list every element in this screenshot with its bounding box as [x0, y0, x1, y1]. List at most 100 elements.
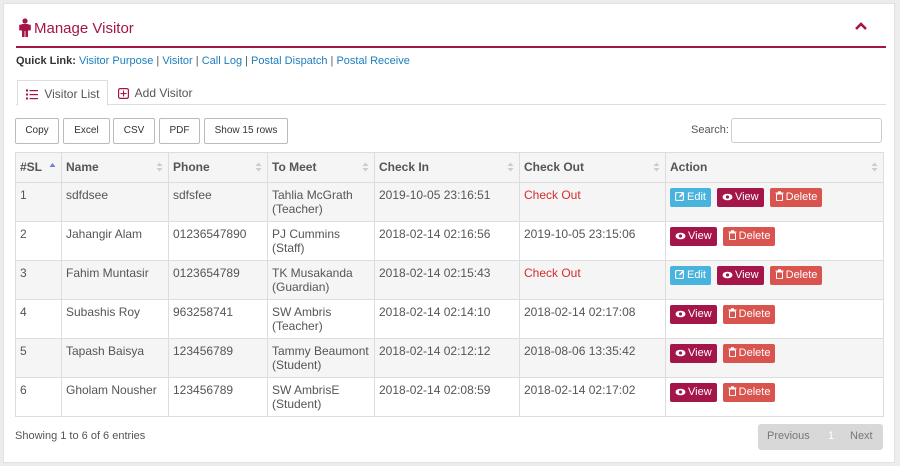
search-input[interactable] — [731, 118, 882, 143]
cell-sl: 1 — [15, 182, 62, 222]
table-header-row: #SL Name Phone To Meet Check In Check Ou… — [15, 152, 884, 183]
table-row: 5 Tapash Baisya 123456789 Tammy Beaumont (St… — [15, 338, 884, 378]
cell-phone: 963258741 — [168, 299, 268, 339]
sort-icon — [653, 162, 660, 172]
cell-check-in: 2018-02-14 02:08:59 — [374, 377, 520, 417]
sort-icon — [255, 162, 262, 172]
check-out-value: 2019-10-05 23:15:06 — [524, 227, 636, 241]
cell-phone: 01236547890 — [168, 221, 268, 261]
page-number-1[interactable]: 1 — [828, 430, 834, 442]
column-header-name[interactable]: Name — [61, 152, 169, 183]
tab-label: Visitor List — [44, 87, 100, 101]
trash-icon — [728, 230, 737, 241]
view-button[interactable]: View — [670, 305, 717, 324]
view-button[interactable]: View — [716, 266, 764, 285]
edit-button[interactable]: Edit — [670, 188, 711, 207]
column-header-action[interactable]: Action — [665, 152, 884, 183]
cell-name: sdfdsee — [61, 182, 169, 222]
cell-sl: 5 — [15, 338, 62, 378]
edit-button[interactable]: Edit — [670, 266, 711, 285]
quick-link-visitor[interactable]: Visitor — [162, 55, 192, 67]
quick-link-postal-dispatch[interactable]: Postal Dispatch — [251, 55, 327, 67]
eye-icon — [722, 193, 733, 201]
quick-link-visitor-purpose[interactable]: Visitor Purpose — [79, 55, 153, 67]
sort-icon — [156, 162, 163, 172]
cell-to-meet: TK Musakanda (Guardian) — [267, 260, 375, 300]
check-out-link[interactable]: Check Out — [524, 266, 581, 280]
pdf-button[interactable]: PDF — [159, 118, 200, 144]
cell-name: Subashis Roy — [61, 299, 169, 339]
cell-check-in: 2018-02-14 02:12:12 — [374, 338, 520, 378]
cell-phone: 123456789 — [168, 338, 268, 378]
table-row: 4 Subashis Roy 963258741 SW Ambris (Teacher)… — [15, 299, 884, 339]
cell-check-in: 2018-02-14 02:14:10 — [374, 299, 520, 339]
cell-name: Jahangir Alam — [61, 221, 169, 261]
table-row: 1 sdfdsee sdfsfee Tahlia McGrath (Teacher) 20… — [15, 182, 884, 222]
panel-header: Manage Visitor — [16, 14, 886, 48]
column-header-phone[interactable]: Phone — [168, 152, 268, 183]
delete-button[interactable]: Delete — [769, 188, 823, 207]
cell-to-meet: Tahlia McGrath (Teacher) — [267, 182, 375, 222]
check-out-link[interactable]: Check Out — [524, 188, 581, 202]
view-button[interactable]: View — [670, 383, 717, 402]
visitor-table: #SL Name Phone To Meet Check In Check Ou… — [15, 152, 884, 417]
cell-to-meet: Tammy Beaumont (Student) — [267, 338, 375, 378]
csv-button[interactable]: CSV — [113, 118, 155, 144]
quick-link-postal-receive[interactable]: Postal Receive — [336, 55, 409, 67]
cell-sl: 6 — [15, 377, 62, 417]
view-button[interactable]: View — [670, 227, 717, 246]
show-rows-button[interactable]: Show 15 rows — [204, 118, 288, 144]
cell-check-out: 2018-08-06 13:35:42 — [519, 338, 666, 378]
cell-check-out: Check Out — [519, 182, 666, 222]
delete-button[interactable]: Delete — [722, 305, 776, 324]
excel-button[interactable]: Excel — [63, 118, 110, 144]
cell-sl: 3 — [15, 260, 62, 300]
edit-icon — [675, 270, 685, 279]
quick-link-label: Quick Link: — [16, 55, 76, 67]
delete-button[interactable]: Delete — [722, 383, 776, 402]
delete-button[interactable]: Delete — [722, 344, 776, 363]
view-button[interactable]: View — [716, 188, 764, 207]
cell-check-in: 2019-10-05 23:16:51 — [374, 182, 520, 222]
tab-add-visitor[interactable]: Add Visitor — [110, 80, 200, 106]
chevron-up-icon[interactable] — [854, 20, 868, 32]
eye-icon — [675, 310, 686, 318]
cell-check-out: Check Out — [519, 260, 666, 300]
tab-label: Add Visitor — [134, 86, 193, 100]
trash-icon — [775, 269, 784, 280]
cell-name: Tapash Baisya — [61, 338, 169, 378]
column-header-check-in[interactable]: Check In — [374, 152, 520, 183]
trash-icon — [728, 308, 737, 319]
check-out-value: 2018-08-06 13:35:42 — [524, 344, 636, 358]
list-icon — [26, 89, 38, 100]
cell-check-in: 2018-02-14 02:15:43 — [374, 260, 520, 300]
sort-icon — [871, 162, 878, 172]
next-button[interactable]: Next — [850, 430, 873, 442]
column-header-check-out[interactable]: Check Out — [519, 152, 666, 183]
copy-button[interactable]: Copy — [15, 118, 59, 144]
table-body: 1 sdfdsee sdfsfee Tahlia McGrath (Teacher) 20… — [15, 182, 884, 417]
previous-button[interactable]: Previous — [767, 430, 810, 442]
tab-visitor-list[interactable]: Visitor List — [17, 80, 109, 106]
sort-icon — [507, 162, 514, 172]
table-row: 6 Gholam Nousher 123456789 SW AmbrisE (Stude… — [15, 377, 884, 417]
quick-link-call-log[interactable]: Call Log — [202, 55, 242, 67]
cell-phone: sdfsfee — [168, 182, 268, 222]
trash-icon — [775, 191, 784, 202]
cell-check-out: 2018-02-14 02:17:02 — [519, 377, 666, 417]
eye-icon — [675, 388, 686, 396]
delete-button[interactable]: Delete — [722, 227, 776, 246]
eye-icon — [675, 232, 686, 240]
edit-icon — [675, 192, 685, 201]
trash-icon — [728, 386, 737, 397]
view-button[interactable]: View — [670, 344, 717, 363]
column-header-to-meet[interactable]: To Meet — [267, 152, 375, 183]
sort-icon — [362, 162, 369, 172]
delete-button[interactable]: Delete — [769, 266, 823, 285]
table-row: 3 Fahim Muntasir 0123654789 TK Musakanda (Gu… — [15, 260, 884, 300]
cell-to-meet: PJ Cummins (Staff) — [267, 221, 375, 261]
search-label: Search: — [691, 124, 729, 136]
column-header-sl[interactable]: #SL — [15, 152, 62, 183]
plus-square-icon — [118, 88, 130, 100]
pagination: Previous 1 Next — [758, 424, 883, 450]
